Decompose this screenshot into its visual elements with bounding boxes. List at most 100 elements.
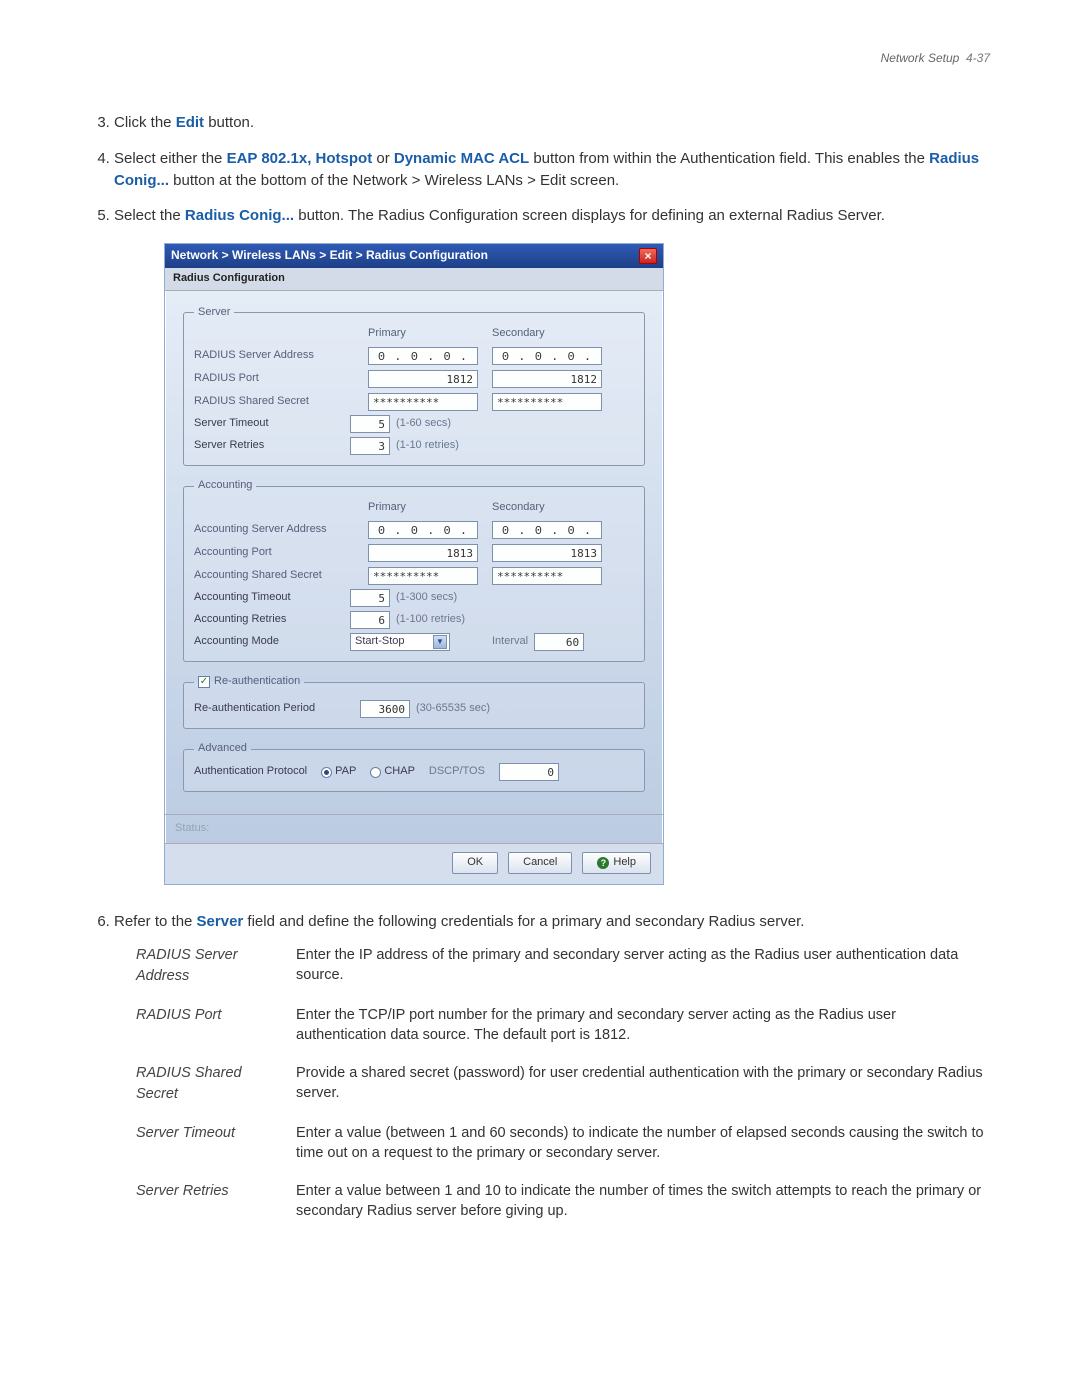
pap-radio[interactable]: PAP <box>321 764 356 780</box>
radius-port-label: RADIUS Port <box>194 371 354 387</box>
radius-addr-secondary[interactable]: 0 . 0 . 0 . 0 <box>492 347 602 365</box>
server-retries-label: Server Retries <box>194 438 344 454</box>
acct-timeout-hint: (1-300 secs) <box>396 590 457 606</box>
page-header: Network Setup 4-37 <box>90 50 990 66</box>
reauth-period-input[interactable]: 3600 <box>360 700 410 718</box>
radius-secret-label: RADIUS Shared Secret <box>194 394 354 410</box>
acct-grid: Primary Secondary Accounting Server Addr… <box>194 500 634 585</box>
def-desc: Enter a value between 1 and 10 to indica… <box>296 1181 990 1221</box>
reauth-legend[interactable]: ✓ Re-authentication <box>194 674 304 690</box>
def-term: Server Retries <box>136 1181 266 1221</box>
acct-mode-value: Start-Stop <box>355 634 405 650</box>
def-row: Server Retries Enter a value between 1 a… <box>136 1181 990 1221</box>
def-desc: Enter the TCP/IP port number for the pri… <box>296 1005 990 1045</box>
close-icon[interactable]: × <box>639 248 657 264</box>
acct-col-primary: Primary <box>368 500 478 516</box>
def-desc: Enter a value (between 1 and 60 seconds)… <box>296 1123 990 1163</box>
acct-retries-label: Accounting Retries <box>194 612 344 628</box>
acct-addr-secondary[interactable]: 0 . 0 . 0 . 0 <box>492 521 602 539</box>
help-icon: ? <box>597 857 609 869</box>
col-primary: Primary <box>368 326 478 342</box>
def-term: RADIUS Shared Secret <box>136 1063 266 1105</box>
radius-port-secondary[interactable]: 1812 <box>492 370 602 388</box>
section-name: Network Setup <box>881 51 960 65</box>
acct-mode-row: Accounting Mode Start-Stop ▼ Interval 60 <box>194 633 634 651</box>
reauth-legend-text: Re-authentication <box>214 674 300 690</box>
interval-label: Interval <box>492 634 528 650</box>
acct-secret-primary[interactable]: ********** <box>368 567 478 585</box>
step-5: Select the Radius Conig... button. The R… <box>114 205 990 885</box>
accounting-legend: Accounting <box>194 478 256 494</box>
radius-config-dialog: Network > Wireless LANs > Edit > Radius … <box>164 243 664 885</box>
def-desc: Enter the IP address of the primary and … <box>296 945 990 987</box>
dialog-body: Server Primary Secondary RADIUS Server A… <box>165 291 663 815</box>
acct-addr-label: Accounting Server Address <box>194 522 354 538</box>
advanced-legend: Advanced <box>194 741 251 757</box>
step-3: Click the Edit button. <box>114 112 990 134</box>
keyword-edit: Edit <box>176 114 204 131</box>
server-timeout-input[interactable]: 5 <box>350 415 390 433</box>
chap-radio[interactable]: CHAP <box>370 764 415 780</box>
auth-proto-label: Authentication Protocol <box>194 764 307 780</box>
def-desc: Provide a shared secret (password) for u… <box>296 1063 990 1105</box>
reauth-period-row: Re-authentication Period 3600 (30-65535 … <box>194 700 634 718</box>
keyword-eap-hotspot: EAP 802.1x, Hotspot <box>227 150 373 167</box>
def-term: RADIUS Port <box>136 1005 266 1045</box>
keyword-server: Server <box>197 913 244 930</box>
radio-off-icon <box>370 767 381 778</box>
radius-addr-label: RADIUS Server Address <box>194 348 354 364</box>
reauth-period-hint: (30-65535 sec) <box>416 701 490 717</box>
server-retries-hint: (1-10 retries) <box>396 438 459 454</box>
interval-input[interactable]: 60 <box>534 633 584 651</box>
server-retries-input[interactable]: 3 <box>350 437 390 455</box>
acct-timeout-label: Accounting Timeout <box>194 590 344 606</box>
step-4: Select either the EAP 802.1x, Hotspot or… <box>114 148 990 192</box>
acct-timeout-input[interactable]: 5 <box>350 589 390 607</box>
acct-mode-label: Accounting Mode <box>194 634 344 650</box>
acct-retries-hint: (1-100 retries) <box>396 612 465 628</box>
def-term: Server Timeout <box>136 1123 266 1163</box>
dialog-title: Network > Wireless LANs > Edit > Radius … <box>171 247 488 264</box>
def-term: RADIUS Server Address <box>136 945 266 987</box>
acct-secret-secondary[interactable]: ********** <box>492 567 602 585</box>
radius-secret-primary[interactable]: ********** <box>368 393 478 411</box>
def-row: RADIUS Port Enter the TCP/IP port number… <box>136 1005 990 1045</box>
acct-mode-select[interactable]: Start-Stop ▼ <box>350 633 450 651</box>
acct-port-secondary[interactable]: 1813 <box>492 544 602 562</box>
help-button[interactable]: ?Help <box>582 852 651 874</box>
radius-port-primary[interactable]: 1812 <box>368 370 478 388</box>
acct-col-secondary: Secondary <box>492 500 602 516</box>
def-row: RADIUS Shared Secret Provide a shared se… <box>136 1063 990 1105</box>
ok-button[interactable]: OK <box>452 852 498 874</box>
acct-retries-row: Accounting Retries 6 (1-100 retries) <box>194 611 634 629</box>
status-bar: Status: <box>165 814 663 843</box>
reauth-checkbox[interactable]: ✓ <box>198 676 210 688</box>
dialog-subtitle: Radius Configuration <box>165 268 663 291</box>
advanced-fieldset: Advanced Authentication Protocol PAP CHA… <box>183 741 645 792</box>
reauth-fieldset: ✓ Re-authentication Re-authentication Pe… <box>183 674 645 729</box>
acct-secret-label: Accounting Shared Secret <box>194 568 354 584</box>
acct-timeout-row: Accounting Timeout 5 (1-300 secs) <box>194 589 634 607</box>
server-timeout-hint: (1-60 secs) <box>396 416 451 432</box>
button-bar: OK Cancel ?Help <box>165 843 663 884</box>
keyword-radius-config-2: Radius Conig... <box>185 207 294 224</box>
definitions-table: RADIUS Server Address Enter the IP addre… <box>136 945 990 1221</box>
acct-retries-input[interactable]: 6 <box>350 611 390 629</box>
step-6: Refer to the Server field and define the… <box>114 911 990 1221</box>
radius-secret-secondary[interactable]: ********** <box>492 393 602 411</box>
server-grid: Primary Secondary RADIUS Server Address … <box>194 326 634 411</box>
dscp-input[interactable]: 0 <box>499 763 559 781</box>
page-number: 4-37 <box>966 51 990 65</box>
server-retries-row: Server Retries 3 (1-10 retries) <box>194 437 634 455</box>
instructions-list: Click the Edit button. Select either the… <box>90 112 990 1221</box>
server-fieldset: Server Primary Secondary RADIUS Server A… <box>183 305 645 467</box>
dialog-titlebar: Network > Wireless LANs > Edit > Radius … <box>165 244 663 267</box>
advanced-row: Authentication Protocol PAP CHAP DSCP/TO… <box>194 763 634 781</box>
acct-addr-primary[interactable]: 0 . 0 . 0 . 0 <box>368 521 478 539</box>
cancel-button[interactable]: Cancel <box>508 852 572 874</box>
acct-port-label: Accounting Port <box>194 545 354 561</box>
dscp-label: DSCP/TOS <box>429 764 485 780</box>
radius-addr-primary[interactable]: 0 . 0 . 0 . 0 <box>368 347 478 365</box>
accounting-fieldset: Accounting Primary Secondary Accounting … <box>183 478 645 662</box>
acct-port-primary[interactable]: 1813 <box>368 544 478 562</box>
